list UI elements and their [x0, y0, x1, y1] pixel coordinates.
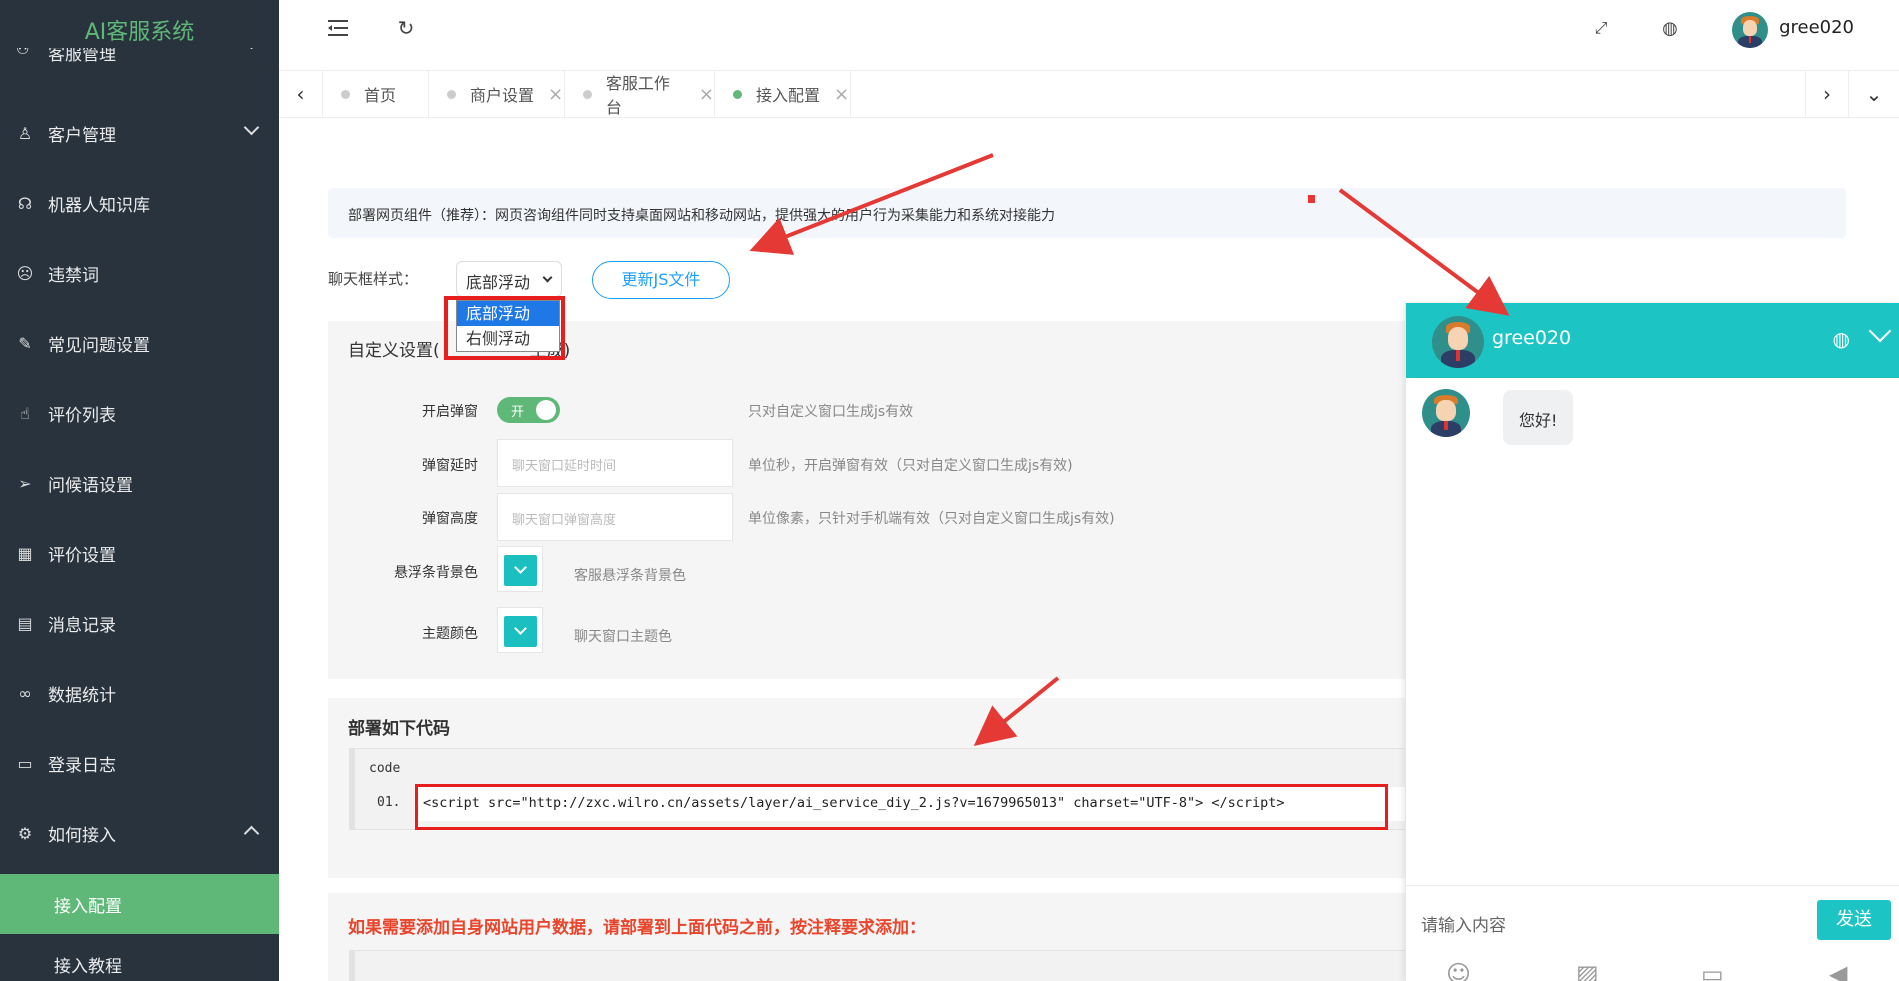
chevron-down-icon: [542, 272, 553, 283]
sidebar-item-review-settings[interactable]: ▦ 评价设置: [0, 518, 279, 588]
theme-color-picker[interactable]: [497, 607, 543, 653]
infinity-icon: ∞: [18, 683, 32, 703]
chat-header: gree020 ◍: [1406, 303, 1899, 378]
theme-hint: 聊天窗口主题色: [574, 629, 672, 645]
switch-knob: [536, 400, 556, 420]
avatar[interactable]: [1732, 12, 1768, 48]
theme-label: 主题颜色: [422, 626, 478, 642]
custom-settings-panel: [328, 321, 1408, 679]
tab-dot: [447, 89, 456, 99]
float-bg-label: 悬浮条背景色: [394, 565, 478, 581]
chevron-down-icon[interactable]: ⌄: [1852, 71, 1896, 117]
tab-home[interactable]: 首页: [323, 71, 429, 117]
top-header: ↻ ⤢ ◍ gree020: [279, 0, 1899, 58]
list-icon: ▭: [17, 753, 33, 773]
sidebar: AI客服系统 ⚇ 客服管理 ⌄ ♙ 客户管理 ☊ 机器人知识库 ☹ 违禁词 ✎ …: [0, 0, 279, 981]
emoji-icon: ☹: [16, 263, 34, 283]
sidebar-item-statistics[interactable]: ∞ 数据统计: [0, 658, 279, 728]
tab-scroll-right-icon[interactable]: ›: [1805, 71, 1849, 117]
notice-banner: 部署网页组件（推荐）：网页咨询组件同时支持桌面网站和移动网站，提供强大的用户行为…: [328, 188, 1846, 238]
sidebar-item-greetings[interactable]: ➢ 问候语设置: [0, 448, 279, 518]
sidebar-item-customers[interactable]: ♙ 客户管理: [0, 98, 279, 168]
chevron-up-icon: [243, 825, 260, 842]
chat-widget: gree020 ◍ 您好! 请输入内容 发送 ☺ ▨ ▭ ◀: [1405, 303, 1899, 981]
message-avatar: [1422, 389, 1470, 437]
delay-label: 弹窗延时: [422, 458, 478, 474]
deploy-code-title: 部署如下代码: [348, 719, 450, 739]
refresh-icon[interactable]: ↻: [392, 14, 420, 42]
chat-avatar: [1432, 316, 1484, 368]
popup-label: 开启弹窗: [422, 404, 478, 420]
user-icon: ♙: [17, 123, 33, 143]
float-bg-color-picker[interactable]: [497, 546, 543, 592]
menu-fold-icon[interactable]: [324, 14, 352, 42]
code-line-number: 01.: [377, 795, 401, 810]
globe-icon[interactable]: ◍: [1656, 14, 1684, 42]
close-icon[interactable]: ×: [834, 84, 849, 105]
edit-icon: ✎: [18, 333, 32, 353]
height-hint: 单位像素，只针对手机端有效（只对自定义窗口生成js有效): [748, 511, 1115, 527]
send-icon: ➢: [18, 473, 32, 493]
sidebar-item-banned-words[interactable]: ☹ 违禁词: [0, 238, 279, 308]
update-js-button[interactable]: 更新JS文件: [592, 261, 730, 299]
calendar-icon: ▦: [17, 543, 33, 563]
thumbs-up-icon: ☝: [20, 403, 30, 423]
emoji-icon[interactable]: ☺: [1446, 960, 1471, 981]
popup-hint: 只对自定义窗口生成js有效: [748, 404, 914, 420]
speaker-icon[interactable]: ◀: [1829, 960, 1847, 981]
service-icon: ⚇: [16, 48, 30, 58]
dropdown-option-right[interactable]: 右侧浮动: [457, 326, 559, 351]
close-icon[interactable]: ×: [699, 84, 714, 105]
tab-service-desk[interactable]: 客服工作台 ×: [565, 71, 715, 117]
tab-bar: ‹ 首页 商户设置 × 客服工作台 × 接入配置 × › ⌄: [279, 70, 1899, 118]
folder-icon[interactable]: ▭: [1701, 960, 1724, 981]
close-icon[interactable]: ×: [548, 84, 563, 105]
sidebar-subitem-integration-tutorial[interactable]: 接入教程: [0, 934, 279, 981]
sidebar-item-robot-kb[interactable]: ☊ 机器人知识库: [0, 168, 279, 238]
tab-dot: [341, 89, 350, 99]
chat-input-area: 请输入内容 发送 ☺ ▨ ▭ ◀: [1406, 885, 1899, 981]
message-bubble: 您好!: [1503, 390, 1574, 445]
tab-merchant-settings[interactable]: 商户设置 ×: [429, 71, 565, 117]
sidebar-item-faq[interactable]: ✎ 常见问题设置: [0, 308, 279, 378]
chevron-down-icon[interactable]: [1868, 319, 1892, 343]
fullscreen-icon[interactable]: ⤢: [1587, 14, 1615, 42]
popup-switch[interactable]: 开: [497, 397, 560, 423]
sidebar-item-partial[interactable]: ⚇ 客服管理 ⌄: [16, 48, 259, 68]
chat-input[interactable]: 请输入内容: [1421, 911, 1506, 936]
chat-title: gree020: [1492, 327, 1572, 349]
headset-icon: ☊: [17, 193, 33, 213]
send-button[interactable]: 发送: [1817, 900, 1891, 940]
clipboard-icon: ▤: [17, 613, 33, 633]
height-label: 弹窗高度: [422, 511, 478, 527]
code-highlight-box: [415, 784, 1388, 830]
sidebar-item-how-to-integrate[interactable]: ⚙ 如何接入: [0, 798, 279, 868]
delay-input[interactable]: 聊天窗口延时时间: [497, 439, 733, 487]
chat-style-select[interactable]: 底部浮动: [456, 261, 562, 297]
sidebar-item-messages[interactable]: ▤ 消息记录: [0, 588, 279, 658]
sidebar-subitem-integration-config[interactable]: 接入配置: [0, 874, 279, 934]
chevron-down-icon: ⌄: [246, 48, 257, 53]
chat-style-dropdown: 底部浮动 右侧浮动: [456, 300, 560, 352]
user-data-title: 如果需要添加自身网站用户数据，请部署到上面代码之前，按注释要求添加：: [348, 918, 926, 938]
tab-dot: [583, 89, 592, 99]
red-marker: [1308, 195, 1315, 203]
chat-style-label: 聊天框样式：: [328, 270, 419, 288]
sidebar-item-login-log[interactable]: ▭ 登录日志: [0, 728, 279, 798]
tab-integration-config[interactable]: 接入配置 ×: [715, 71, 851, 117]
user-data-code-block: [349, 950, 1409, 981]
dropdown-option-bottom[interactable]: 底部浮动: [457, 301, 559, 326]
tab-dot: [733, 89, 742, 99]
sidebar-item-reviews[interactable]: ☝ 评价列表: [0, 378, 279, 448]
code-label: code: [369, 761, 401, 776]
delay-hint: 单位秒，开启弹窗有效（只对自定义窗口生成js有效): [748, 458, 1073, 474]
height-input[interactable]: 聊天窗口弹窗高度: [497, 493, 733, 541]
chevron-down-icon: [243, 119, 260, 136]
float-bg-hint: 客服悬浮条背景色: [574, 568, 686, 584]
header-user-name[interactable]: gree020: [1779, 17, 1854, 38]
tab-scroll-left-icon[interactable]: ‹: [279, 71, 323, 117]
globe-icon[interactable]: ◍: [1833, 327, 1850, 351]
gear-icon: ⚙: [17, 823, 33, 843]
image-icon[interactable]: ▨: [1576, 960, 1599, 981]
